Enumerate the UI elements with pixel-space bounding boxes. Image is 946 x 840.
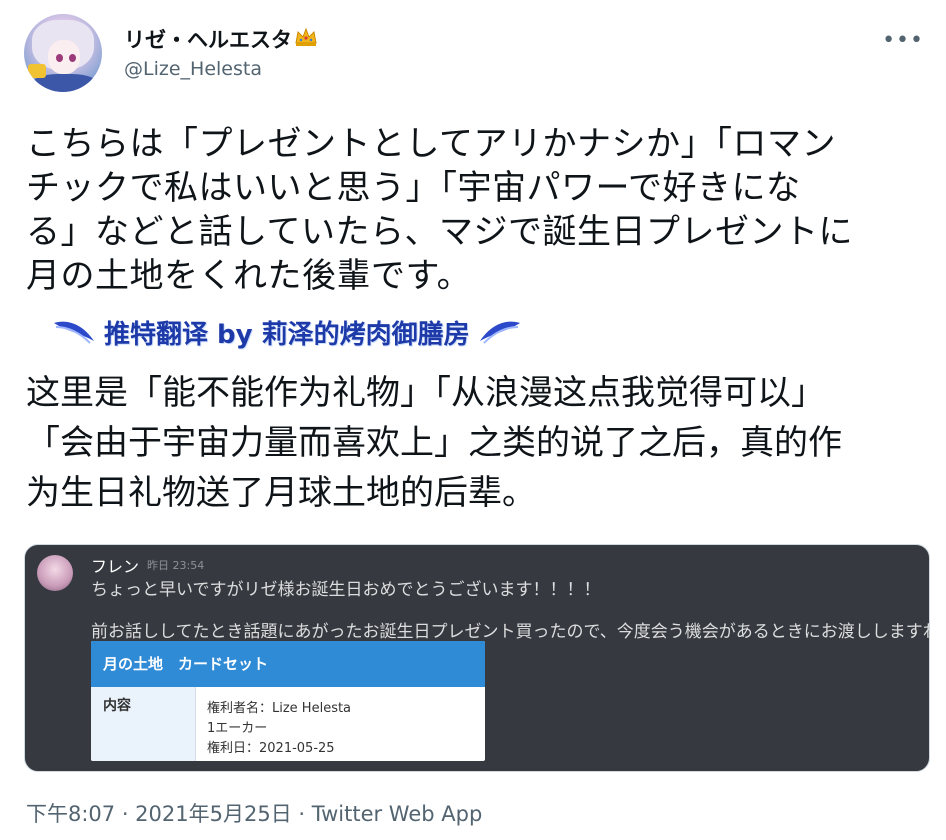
- feather-icon: [52, 317, 96, 347]
- tweet-text-line: チックで私はいいと思う」「宇宙パワーで好きにな: [26, 168, 801, 208]
- card-label-column: 内容: [91, 687, 196, 761]
- display-name-text: リゼ・ヘルエスタ: [124, 28, 292, 52]
- avatar-eye-left: [56, 54, 63, 62]
- author-avatar[interactable]: [24, 14, 102, 92]
- translated-text-line: 为生日礼物送了月球土地的后辈。: [26, 473, 536, 513]
- message-line: 前お話ししてたとき話題にあがったお誕生日プレゼント買ったので、今度会う機会がある…: [91, 617, 930, 642]
- author-username[interactable]: @Lize_Helesta: [124, 58, 262, 80]
- tweet-text-line: る」などと話していたら、マジで誕生日プレゼントに: [26, 212, 853, 252]
- author-display-name[interactable]: リゼ・ヘルエスタ: [124, 24, 318, 54]
- feather-icon: [478, 317, 522, 347]
- message-timestamp: 昨日 23:54: [147, 559, 205, 572]
- avatar-crown: [28, 64, 46, 78]
- crown-icon: [294, 27, 318, 52]
- tweet-timestamp[interactable]: 下午8:07 · 2021年5月25日 · Twitter Web App: [26, 798, 482, 828]
- card-value: 1エーカー: [207, 721, 268, 736]
- message-author-avatar: [37, 555, 73, 591]
- translation-banner-text: 推特翻译 by 莉泽的烤肉御膳房: [104, 319, 470, 350]
- tweet-text-line: 月の土地をくれた後輩です。: [26, 256, 472, 296]
- card-title: 月の土地 カードセット: [91, 641, 485, 687]
- translation-banner: 推特翻译 by 莉泽的烤肉御膳房: [52, 310, 522, 354]
- message-author-name: フレン: [91, 557, 140, 576]
- card-label: 内容: [103, 698, 131, 714]
- card-value: 権利者名：Lize Helesta: [207, 701, 352, 716]
- translated-text-line: 「会由于宇宙力量而喜欢上」之类的说了之后，真的作: [26, 423, 842, 463]
- message-line: ちょっと早いですがリゼ様お誕生日おめでとうございます！！！！: [91, 580, 601, 600]
- tweet-text-line: こちらは「プレゼントとしてアリかナシか」「ロマン: [26, 124, 836, 164]
- tweet-text: こちらは「プレゼントとしてアリかナシか」「ロマン チックで私はいいと思う」「宇宙…: [26, 122, 926, 298]
- translated-text: 这里是「能不能作为礼物」「从浪漫这点我觉得可以」 「会由于宇宙力量而喜欢上」之类…: [26, 368, 926, 518]
- translated-text-line: 这里是「能不能作为礼物」「从浪漫这点我觉得可以」: [26, 373, 825, 413]
- avatar-eye-right: [69, 54, 76, 62]
- more-options-icon[interactable]: •••: [882, 28, 924, 53]
- message-text: 前お話ししてたとき話題にあがったお誕生日プレゼント買ったので、今度会う機会がある…: [91, 622, 930, 642]
- tweet-media-image[interactable]: フレン 昨日 23:54 ちょっと早いですがリゼ様お誕生日おめでとうございます！…: [24, 544, 930, 772]
- land-certificate-card: 月の土地 カードセット 内容 権利者名：Lize Helesta 1エーカー 権…: [91, 641, 485, 761]
- card-value: 権利日：2021-05-25: [207, 741, 335, 756]
